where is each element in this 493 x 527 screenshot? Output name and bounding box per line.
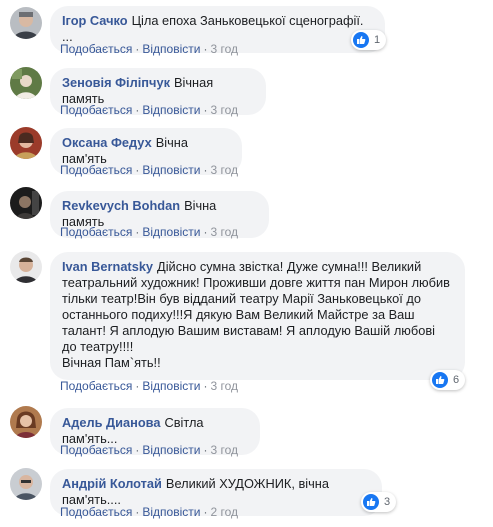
comment-actions: Подобається · Відповісти · 3 год: [60, 225, 238, 239]
thumbs-up-icon: [353, 32, 369, 48]
commenter-name[interactable]: Андрій Колотай: [62, 476, 162, 491]
avatar[interactable]: [10, 406, 42, 438]
commenter-name[interactable]: Адель Дианова: [62, 415, 161, 430]
reply-link[interactable]: Відповісти: [142, 443, 200, 457]
commenter-name[interactable]: Ігор Сачко: [62, 13, 128, 28]
like-link[interactable]: Подобається: [60, 42, 132, 56]
comment-bubble: Ivan Bernatsky Дійсно сумна звістка! Дуже…: [50, 252, 465, 380]
reply-link[interactable]: Відповісти: [142, 505, 200, 519]
like-link[interactable]: Подобається: [60, 163, 132, 177]
reaction-number: 3: [384, 496, 391, 508]
comment-time[interactable]: 3 год: [210, 103, 238, 117]
reaction-count[interactable]: 3: [361, 492, 397, 512]
avatar[interactable]: [10, 468, 42, 500]
comment-actions: Подобається · Відповісти · 3 год: [60, 379, 238, 393]
avatar[interactable]: [10, 127, 42, 159]
thumbs-up-icon: [363, 494, 379, 510]
reply-link[interactable]: Відповісти: [142, 379, 200, 393]
comment-time[interactable]: 3 год: [210, 42, 238, 56]
comment-time[interactable]: 3 год: [210, 443, 238, 457]
commenter-name[interactable]: Ivan Bernatsky: [62, 259, 153, 274]
like-link[interactable]: Подобається: [60, 443, 132, 457]
avatar[interactable]: [10, 67, 42, 99]
commenter-name[interactable]: Оксана Федух: [62, 135, 152, 150]
avatar[interactable]: [10, 251, 42, 283]
comment-actions: Подобається · Відповісти · 3 год: [60, 42, 238, 56]
avatar[interactable]: [10, 7, 42, 39]
reaction-count[interactable]: 1: [351, 30, 387, 50]
comment-actions: Подобається · Відповісти · 3 год: [60, 103, 238, 117]
reaction-number: 1: [374, 34, 381, 46]
thumbs-up-icon: [432, 372, 448, 388]
comment-time[interactable]: 2 год: [210, 505, 238, 519]
comment-time[interactable]: 3 год: [210, 379, 238, 393]
commenter-name[interactable]: Revkevych Bohdan: [62, 198, 180, 213]
like-link[interactable]: Подобається: [60, 505, 132, 519]
avatar[interactable]: [10, 187, 42, 219]
reply-link[interactable]: Відповісти: [142, 42, 200, 56]
comment-actions: Подобається · Відповісти · 3 год: [60, 163, 238, 177]
like-link[interactable]: Подобається: [60, 379, 132, 393]
commenter-name[interactable]: Зеновія Філіпчук: [62, 75, 170, 90]
reaction-number: 6: [453, 374, 460, 386]
like-link[interactable]: Подобається: [60, 225, 132, 239]
comment-actions: Подобається · Відповісти · 3 год: [60, 443, 238, 457]
comment-text-line: Вічная Пам`ять!!: [62, 355, 161, 370]
comment-time[interactable]: 3 год: [210, 225, 238, 239]
comment-time[interactable]: 3 год: [210, 163, 238, 177]
reply-link[interactable]: Відповісти: [142, 103, 200, 117]
reply-link[interactable]: Відповісти: [142, 225, 200, 239]
reaction-count[interactable]: 6: [430, 370, 466, 390]
like-link[interactable]: Подобається: [60, 103, 132, 117]
comment-actions: Подобається · Відповісти · 2 год: [60, 505, 238, 519]
reply-link[interactable]: Відповісти: [142, 163, 200, 177]
